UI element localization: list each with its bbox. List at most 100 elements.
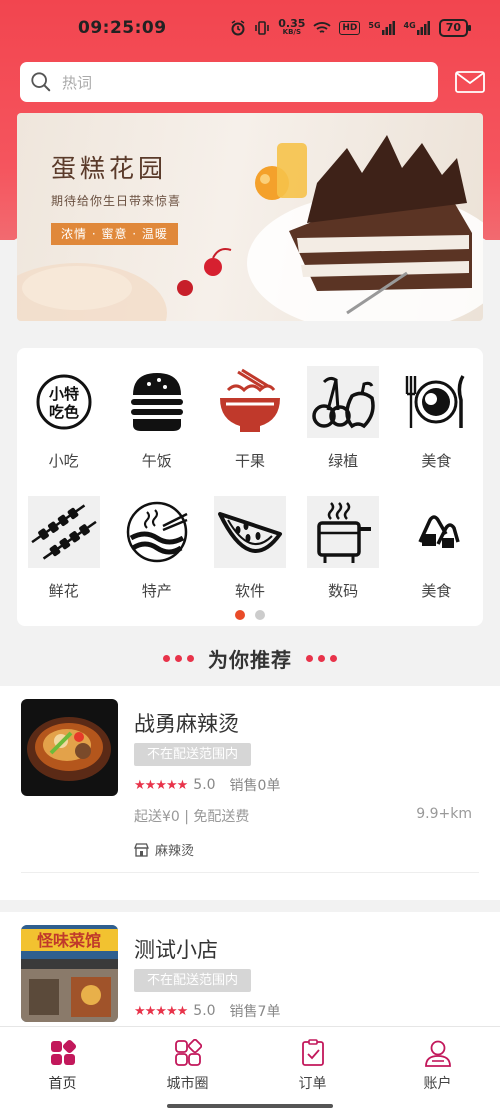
network-speed: 0.35 KB/S xyxy=(278,17,306,37)
signal-icon xyxy=(416,21,430,35)
shop-card[interactable]: 怪味菜馆 测试小店 不在配送范围内 ★★★★★ 5.0 销售7单 xyxy=(0,912,500,1032)
shop-thumbnail xyxy=(21,699,118,796)
search-input[interactable]: 热词 xyxy=(20,62,438,102)
rice-ball-icon xyxy=(400,496,472,568)
banner-cake-illustration xyxy=(17,135,483,321)
category-label: 美食 xyxy=(421,582,452,600)
category-item[interactable]: 特产 xyxy=(110,496,203,626)
category-label: 绿植 xyxy=(328,452,359,470)
category-grid: 小特 吃色 小吃 午饭 干果 绿植 美食 鲜花 特产 软件 数码 美食 xyxy=(17,366,483,626)
battery-indicator: 70 xyxy=(438,19,472,37)
signal-icon xyxy=(381,21,395,35)
rating-stars-icon: ★★★★★ xyxy=(134,1003,188,1019)
bottom-tab-bar: 首页 城市圈 订单 账户 xyxy=(0,1026,500,1096)
cherry-apple-icon xyxy=(307,366,380,438)
shop-rating: ★★★★★ 5.0 销售7单 xyxy=(134,1001,280,1021)
delivery-range-badge: 不在配送范围内 xyxy=(134,743,252,766)
category-item[interactable]: 午饭 xyxy=(110,366,203,496)
shop-rating: ★★★★★ 5.0 销售0单 xyxy=(134,775,280,795)
recommend-dots-left xyxy=(163,654,194,662)
wifi-icon xyxy=(313,22,331,33)
status-bar: 09:25:09 0.35 KB/S HD 5G 4G 70 xyxy=(0,0,500,56)
category-item[interactable]: 鲜花 xyxy=(17,496,110,626)
category-label: 干果 xyxy=(234,452,265,470)
sales-count: 销售7单 xyxy=(229,1004,281,1020)
search-icon xyxy=(31,72,51,92)
status-icons: 0.35 KB/S HD 5G 4G 70 xyxy=(230,17,472,37)
pot-icon xyxy=(307,496,380,568)
pager-dot[interactable] xyxy=(255,610,265,620)
pager-dots xyxy=(17,610,483,620)
shop-name: 测试小店 xyxy=(134,938,218,962)
home-grid-icon xyxy=(50,1039,76,1065)
category-item[interactable]: 小特 吃色 小吃 xyxy=(17,366,110,496)
category-item[interactable]: 干果 xyxy=(203,366,296,496)
plate-fork-knife-icon xyxy=(400,366,472,438)
recommend-dots-right xyxy=(306,654,337,662)
order-clipboard-icon xyxy=(301,1039,324,1066)
recommend-header: 为你推荐 xyxy=(0,642,500,674)
signal-4g-label: 4G xyxy=(403,21,416,30)
snack-icon: 小特 吃色 xyxy=(28,366,100,438)
hd-badge: HD xyxy=(339,21,361,35)
tab-account[interactable]: 账户 xyxy=(375,1027,500,1096)
sales-count: 销售0单 xyxy=(229,778,281,794)
divider xyxy=(21,872,479,873)
category-label: 午饭 xyxy=(141,452,172,470)
tab-label: 首页 xyxy=(48,1076,77,1092)
alarm-icon xyxy=(231,20,245,36)
search-placeholder: 热词 xyxy=(62,73,93,92)
system-home-bar xyxy=(0,1096,500,1116)
category-label: 鲜花 xyxy=(48,582,79,600)
status-time: 09:25:09 xyxy=(78,18,167,38)
burger-icon xyxy=(121,366,193,438)
category-label: 数码 xyxy=(328,582,359,600)
signal-5g-label: 5G xyxy=(368,21,381,30)
tab-label: 账户 xyxy=(423,1076,452,1092)
category-label: 小吃 xyxy=(48,452,79,470)
category-item[interactable]: 美食 xyxy=(390,366,483,496)
kebab-icon xyxy=(27,496,100,568)
recommend-title: 为你推荐 xyxy=(208,647,292,672)
signal-4g: 4G xyxy=(404,21,431,35)
tab-label: 城市圈 xyxy=(166,1076,209,1092)
shop-tag-label: 麻辣烫 xyxy=(155,844,195,859)
signal-5g: 5G xyxy=(368,21,395,35)
city-circle-icon xyxy=(174,1039,202,1066)
category-item[interactable]: 数码 xyxy=(297,496,390,626)
noodle-waves-icon xyxy=(121,496,193,568)
banner-tag: 浓情 · 蜜意 · 温暖 xyxy=(51,223,178,245)
rating-value: 5.0 xyxy=(193,1003,216,1019)
category-item[interactable]: 绿植 xyxy=(297,366,390,496)
tab-city-circle[interactable]: 城市圈 xyxy=(125,1027,250,1096)
speed-value: 0.35 xyxy=(278,17,306,30)
category-item[interactable]: 软件 xyxy=(203,496,296,626)
delivery-fee: 起送¥0 | 免配送费 xyxy=(134,809,250,825)
category-item[interactable]: 美食 xyxy=(390,496,483,626)
noodle-bowl-icon xyxy=(214,366,286,438)
tab-label: 订单 xyxy=(298,1076,327,1092)
shop-thumbnail: 怪味菜馆 xyxy=(21,925,118,1022)
banner-subtitle: 期待给你生日带来惊喜 xyxy=(51,194,182,208)
category-label: 美食 xyxy=(421,452,452,470)
shop-distance: 9.9+km xyxy=(416,806,472,822)
shop-category-tag: 麻辣烫 xyxy=(134,840,194,859)
category-card: 小特 吃色 小吃 午饭 干果 绿植 美食 鲜花 特产 软件 数码 美食 xyxy=(17,348,483,626)
search-row: 热词 xyxy=(20,62,485,102)
rating-stars-icon: ★★★★★ xyxy=(134,777,188,793)
mail-icon[interactable] xyxy=(455,71,485,93)
tab-orders[interactable]: 订单 xyxy=(250,1027,375,1096)
banner-title: 蛋糕花园 xyxy=(51,154,168,183)
pager-dot-active[interactable] xyxy=(235,610,245,620)
delivery-range-badge: 不在配送范围内 xyxy=(134,969,252,992)
tab-home[interactable]: 首页 xyxy=(0,1027,125,1096)
promo-banner[interactable]: 蛋糕花园 期待给你生日带来惊喜 浓情 · 蜜意 · 温暖 xyxy=(17,113,483,321)
category-label: 软件 xyxy=(234,582,265,600)
shop-name: 战勇麻辣烫 xyxy=(134,712,239,736)
shop-card[interactable]: 战勇麻辣烫 不在配送范围内 ★★★★★ 5.0 销售0单 起送¥0 | 免配送费… xyxy=(0,686,500,900)
home-indicator[interactable] xyxy=(167,1104,333,1108)
account-person-icon xyxy=(424,1040,451,1067)
store-icon xyxy=(134,842,149,857)
rating-value: 5.0 xyxy=(193,777,216,793)
vibrate-icon xyxy=(255,21,270,35)
